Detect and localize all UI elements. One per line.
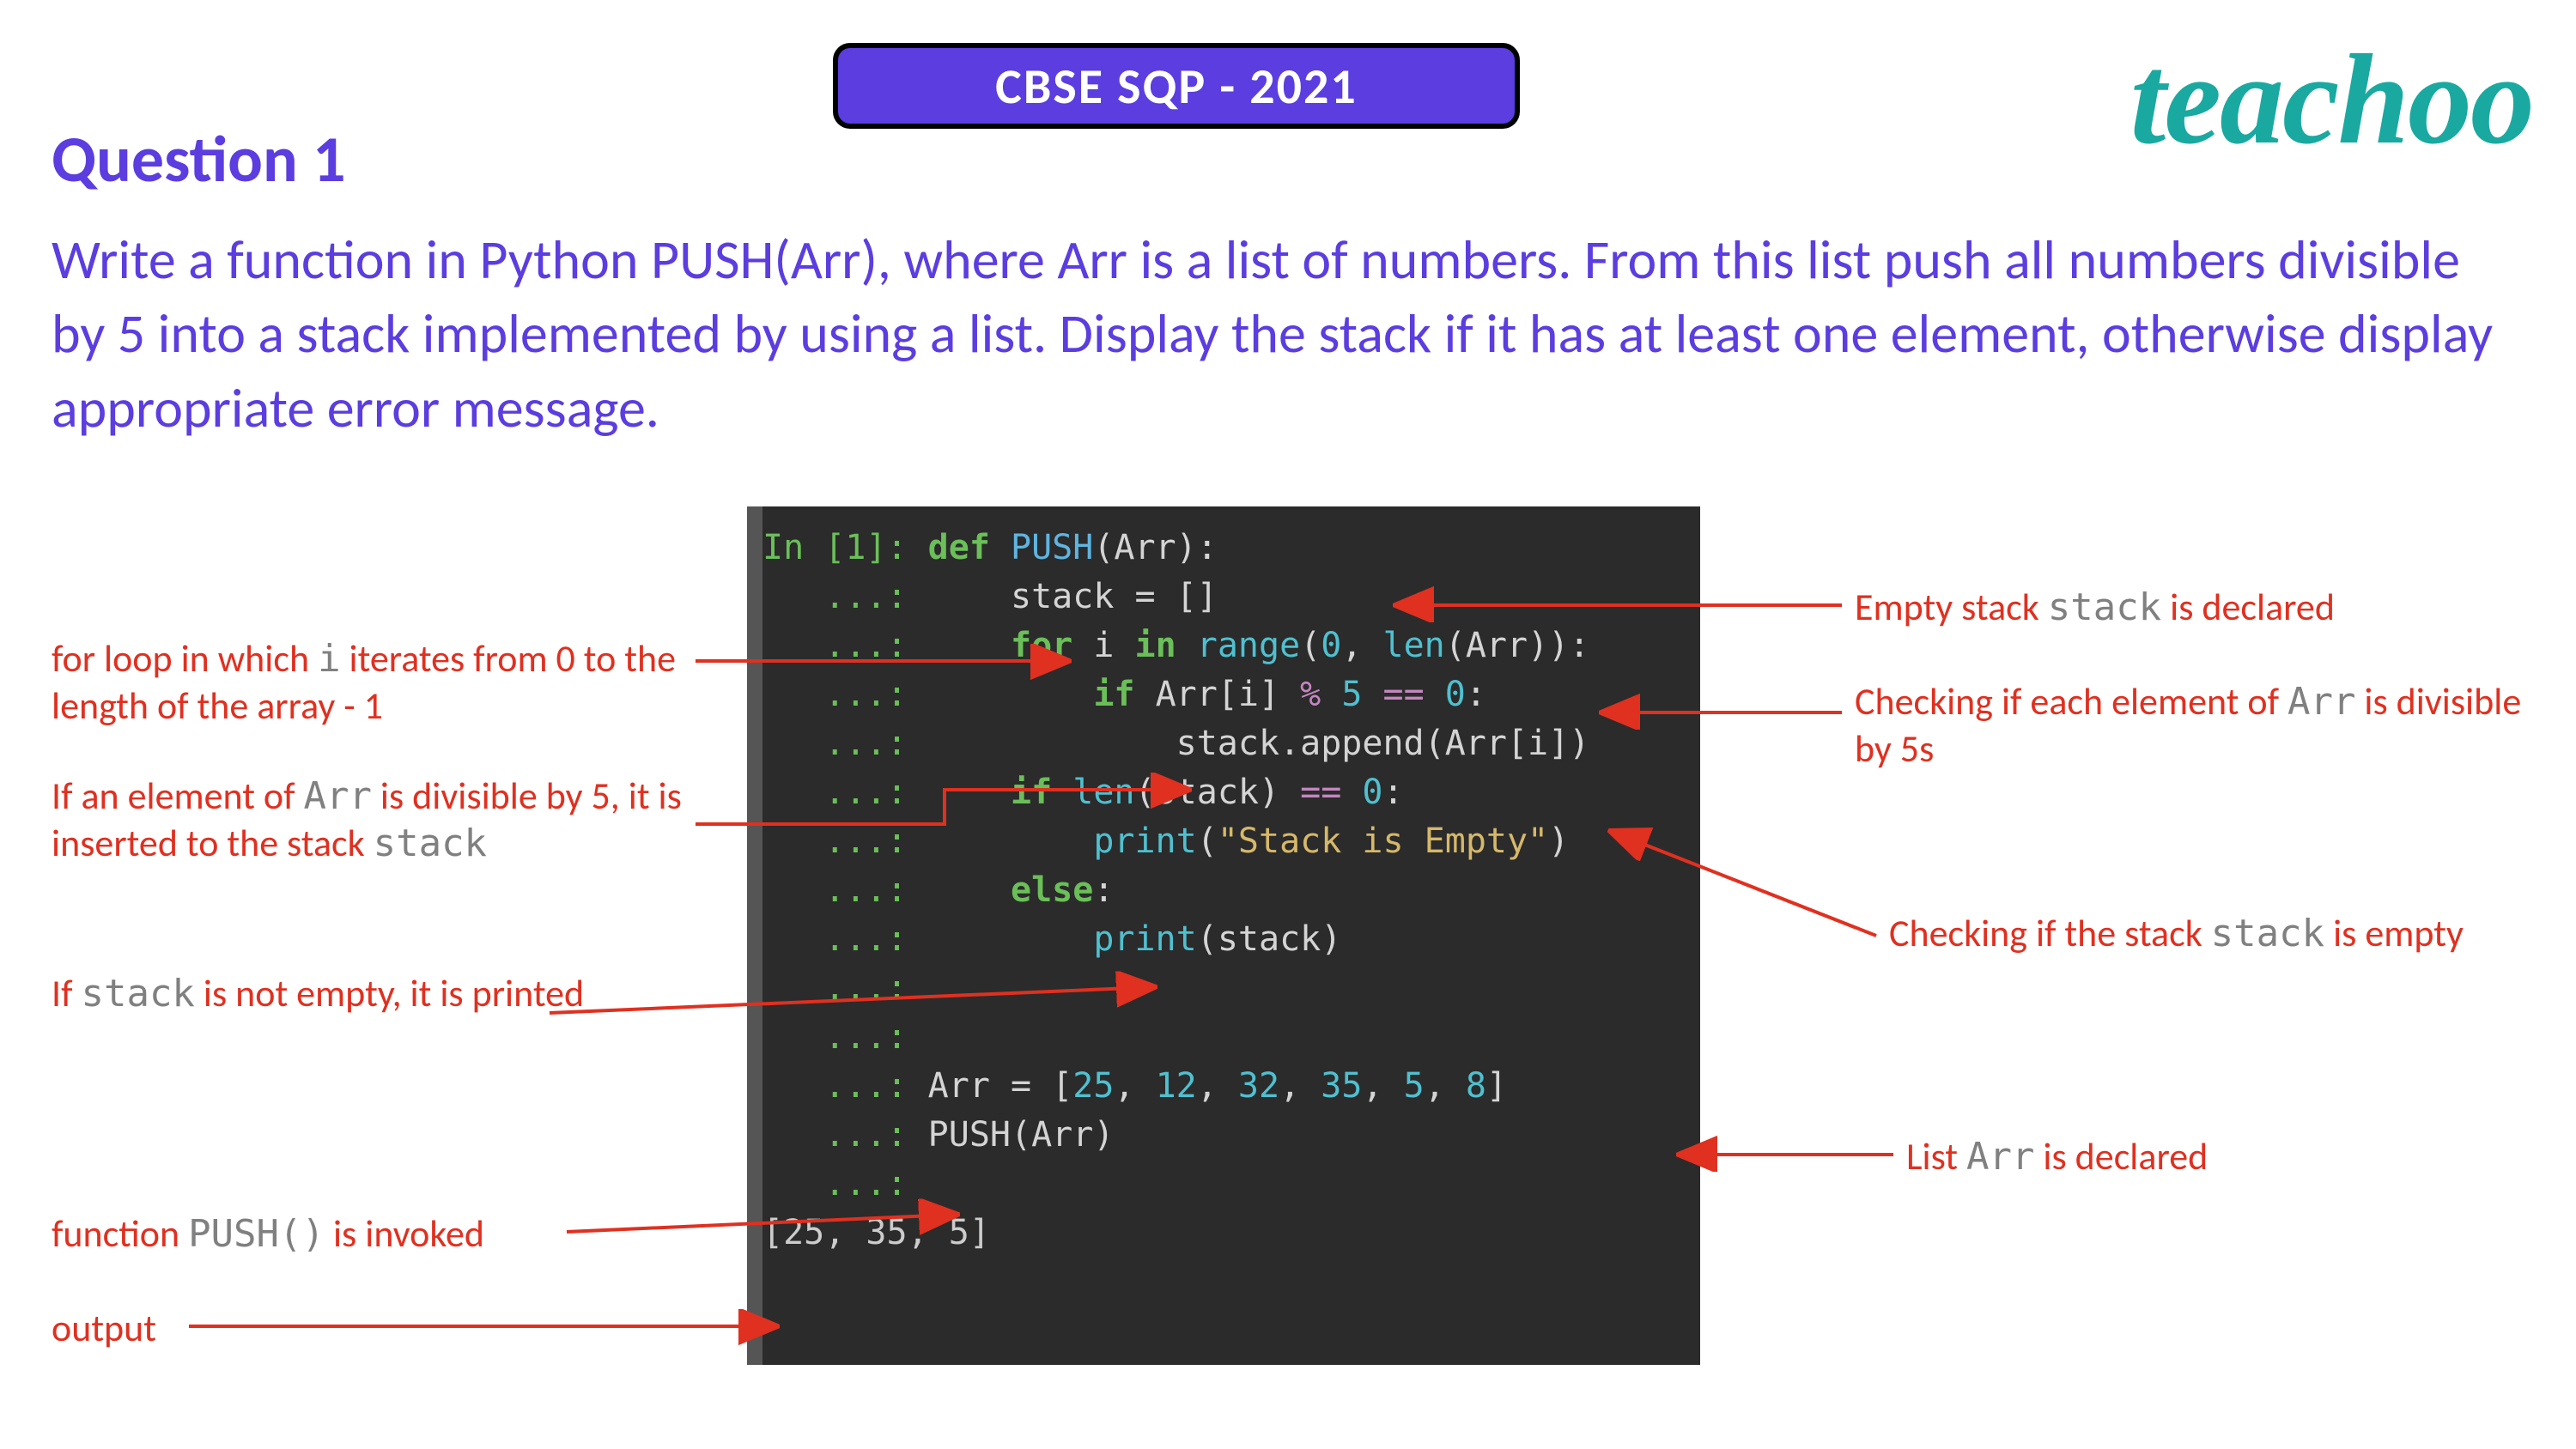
annotation-arrows — [0, 0, 2576, 1449]
